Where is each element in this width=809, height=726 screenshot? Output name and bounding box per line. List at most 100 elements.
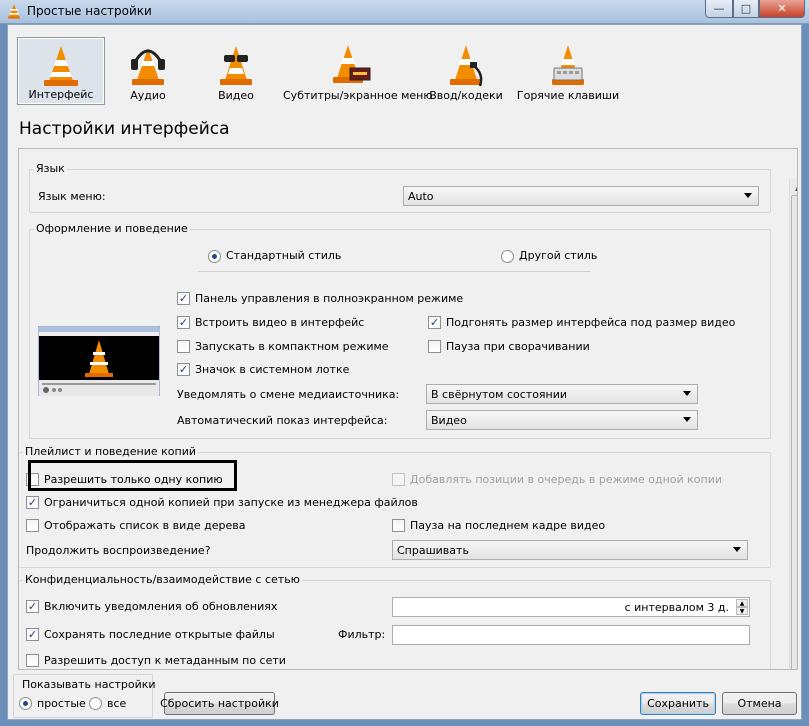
close-button[interactable]: ✕ xyxy=(759,0,805,18)
category-label: Интерфейс xyxy=(28,88,94,101)
minimize-button[interactable]: — xyxy=(705,0,733,18)
category-label: Аудио xyxy=(130,89,166,102)
update-notifications-checkbox[interactable]: ✓ xyxy=(26,600,39,613)
scrollbar-thumb[interactable] xyxy=(791,195,797,669)
vertical-scrollbar[interactable]: ▲ ▼ xyxy=(789,179,797,669)
save-recent-label: Сохранять последние открытые файлы xyxy=(44,628,275,641)
chevron-down-icon xyxy=(733,547,741,552)
category-input-codecs[interactable]: Ввод/кодеки xyxy=(422,37,510,105)
category-interface[interactable]: Интерфейс xyxy=(17,37,105,105)
combo-value: В свёрнутом состоянии xyxy=(431,388,568,401)
category-label: Горячие клавиши xyxy=(516,89,620,102)
menu-language-label: Язык меню: xyxy=(38,190,106,203)
chevron-down-icon xyxy=(683,417,691,422)
minimal-start-checkbox[interactable] xyxy=(177,340,190,353)
group-title: Конфиденциальность/взаимодействие с сеть… xyxy=(23,573,302,586)
enqueue-label: Добавлять позиции в очередь в режиме одн… xyxy=(410,473,722,486)
native-style-radio[interactable] xyxy=(208,250,221,263)
show-settings-label: Показывать настройки xyxy=(22,678,156,691)
autoraise-label: Автоматический показ интерфейса: xyxy=(177,414,388,427)
input-codecs-cone-icon xyxy=(450,45,483,87)
interface-preview-image xyxy=(38,326,160,396)
settings-scroll-area: Язык Язык меню: Auto Оформление и поведе… xyxy=(18,148,798,670)
language-group: Язык Язык меню: Auto xyxy=(29,162,771,213)
hotkeys-cone-icon xyxy=(552,45,584,85)
all-settings-label: все xyxy=(107,697,127,710)
category-subtitles-osd[interactable]: Субтитры/экранное меню xyxy=(283,37,433,105)
page-title: Настройки интерфейса xyxy=(19,119,230,139)
chevron-down-icon xyxy=(683,391,691,396)
category-audio[interactable]: Аудио xyxy=(108,37,188,105)
category-hotkeys[interactable]: Горячие клавиши xyxy=(515,37,621,105)
group-title: Язык xyxy=(34,162,67,175)
combo-value: Видео xyxy=(431,414,467,427)
category-label: Ввод/кодеки xyxy=(429,89,503,102)
simple-settings-label: простые xyxy=(37,697,86,710)
filter-input[interactable] xyxy=(392,625,750,645)
simple-settings-radio[interactable] xyxy=(19,697,32,710)
group-title: Плейлист и поведение копий xyxy=(23,445,199,458)
show-settings-group: Показывать настройки простые все xyxy=(13,674,156,718)
fullscreen-controller-label: Панель управления в полноэкранном режиме xyxy=(195,292,464,305)
continue-playback-label: Продолжить воспроизведение? xyxy=(26,544,211,557)
video-cone-icon xyxy=(220,46,252,85)
combo-value: Auto xyxy=(408,190,434,203)
combo-value: Спрашивать xyxy=(397,544,469,557)
menu-language-combo[interactable]: Auto xyxy=(403,186,759,206)
category-label: Субтитры/экранное меню xyxy=(283,89,433,102)
highlight-box xyxy=(28,460,237,491)
pause-last-frame-label: Пауза на последнем кадре видео xyxy=(410,519,606,532)
vlc-app-icon xyxy=(8,4,20,19)
reset-settings-button[interactable]: Сбросить настройки xyxy=(160,692,279,715)
all-settings-radio[interactable] xyxy=(89,697,102,710)
divider xyxy=(198,271,591,272)
resize-interface-checkbox[interactable]: ✓ xyxy=(428,316,441,329)
cancel-button[interactable]: Отмена xyxy=(722,692,797,715)
spin-down-icon[interactable]: ▼ xyxy=(736,607,748,615)
save-button[interactable]: Сохранить xyxy=(640,692,716,715)
enqueue-checkbox[interactable] xyxy=(392,473,405,486)
custom-style-label: Другой стиль xyxy=(519,249,598,262)
save-recent-checkbox[interactable]: ✓ xyxy=(26,628,39,641)
window-title: Простые настройки xyxy=(27,4,152,18)
pause-last-frame-checkbox[interactable] xyxy=(392,519,405,532)
chevron-down-icon xyxy=(744,193,752,198)
title-bar: Простые настройки — □ ✕ xyxy=(0,0,809,24)
custom-style-radio[interactable] xyxy=(501,250,514,263)
native-style-label: Стандартный стиль xyxy=(226,249,342,262)
metadata-network-label: Разрешить доступ к метаданным по сети xyxy=(44,654,286,667)
notify-combo[interactable]: В свёрнутом состоянии xyxy=(426,384,698,404)
filter-label: Фильтр: xyxy=(338,628,386,641)
playlist-tree-checkbox[interactable] xyxy=(26,519,39,532)
fullscreen-controller-checkbox[interactable]: ✓ xyxy=(177,292,190,305)
category-label: Видео xyxy=(218,89,254,102)
autoraise-combo[interactable]: Видео xyxy=(426,410,698,430)
interface-cone-icon xyxy=(44,46,78,86)
interval-value: с интервалом 3 д. xyxy=(624,601,729,614)
update-notifications-label: Включить уведомления об обновлениях xyxy=(44,600,278,613)
group-title: Оформление и поведение xyxy=(34,222,190,235)
audio-cone-icon xyxy=(131,48,165,85)
update-interval-spinbox[interactable]: с интервалом 3 д. ▲ ▼ xyxy=(392,597,750,617)
maximize-button[interactable]: □ xyxy=(733,0,759,18)
spin-up-icon[interactable]: ▲ xyxy=(736,599,748,607)
category-video[interactable]: Видео xyxy=(194,37,278,105)
notify-label: Уведомлять о смене медиаисточника: xyxy=(177,388,400,401)
look-behavior-group: Оформление и поведение Стандартный стиль… xyxy=(29,222,771,439)
systray-checkbox[interactable]: ✓ xyxy=(177,363,190,376)
embed-video-label: Встроить видео в интерфейс xyxy=(195,316,365,329)
file-manager-instance-label: Ограничиться одной копией при запуске из… xyxy=(44,496,418,509)
continue-playback-combo[interactable]: Спрашивать xyxy=(392,540,748,560)
minimal-start-label: Запускать в компактном режиме xyxy=(195,340,389,353)
pause-minimize-checkbox[interactable] xyxy=(428,340,441,353)
playlist-tree-label: Отображать список в виде дерева xyxy=(44,519,246,532)
metadata-network-checkbox[interactable] xyxy=(26,654,39,667)
pause-minimize-label: Пауза при сворачивании xyxy=(446,340,590,353)
file-manager-instance-checkbox[interactable]: ✓ xyxy=(26,496,39,509)
subtitles-cone-icon xyxy=(333,45,371,83)
privacy-network-group: Конфиденциальность/взаимодействие с сеть… xyxy=(19,573,771,669)
embed-video-checkbox[interactable]: ✓ xyxy=(177,316,190,329)
scroll-up-icon[interactable]: ▲ xyxy=(790,179,797,195)
systray-label: Значок в системном лотке xyxy=(195,363,350,376)
resize-interface-label: Подгонять размер интерфейса под размер в… xyxy=(446,316,736,329)
